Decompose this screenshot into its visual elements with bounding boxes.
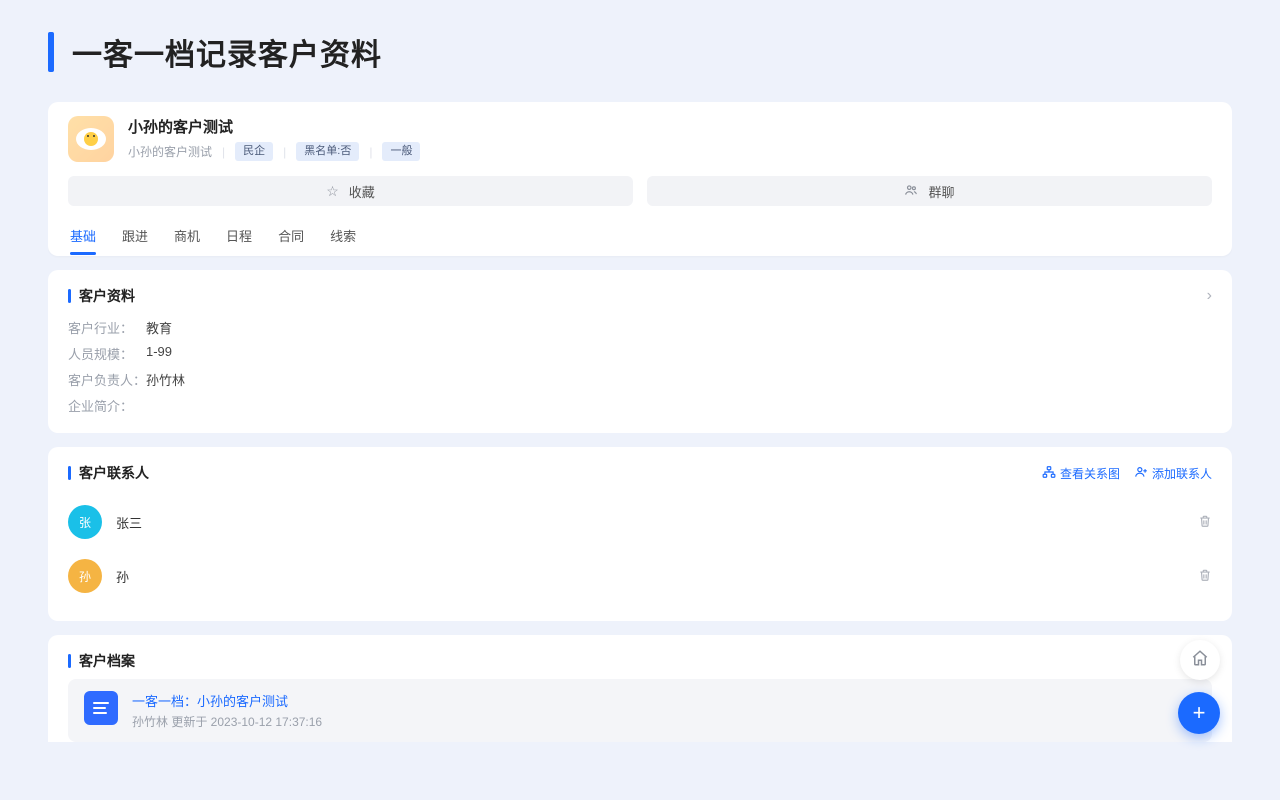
view-relationship-label: 查看关系图 bbox=[1060, 465, 1120, 482]
star-icon: ☆ bbox=[326, 183, 339, 200]
section-accent-bar bbox=[68, 466, 71, 480]
divider: | bbox=[369, 145, 372, 159]
customer-avatar bbox=[68, 116, 114, 162]
profile-label: 人员规模： bbox=[68, 344, 146, 363]
customer-files-section: 客户档案 一客一档：小孙的客户测试 孙竹林 更新于 2023-10-12 17:… bbox=[48, 635, 1232, 742]
profile-row-owner: 客户负责人： 孙竹林 bbox=[68, 370, 1212, 389]
group-icon bbox=[904, 183, 918, 200]
customer-contacts-section: 客户联系人 查看关系图 添加联系人 bbox=[48, 447, 1232, 621]
divider: | bbox=[222, 145, 225, 159]
contact-avatar: 孙 bbox=[68, 559, 102, 593]
contact-row[interactable]: 孙 孙 bbox=[68, 549, 1212, 603]
tag-enterprise-type: 民企 bbox=[235, 142, 273, 161]
section-accent-bar bbox=[68, 654, 71, 668]
profile-label: 客户负责人： bbox=[68, 370, 146, 389]
customer-subtitle: 小孙的客户测试 bbox=[128, 143, 212, 160]
profile-row-scale: 人员规模： 1-99 bbox=[68, 344, 1212, 363]
file-name[interactable]: 一客一档：小孙的客户测试 bbox=[132, 691, 322, 710]
favorite-button[interactable]: ☆ 收藏 bbox=[68, 176, 633, 206]
tag-level: 一般 bbox=[382, 142, 420, 161]
add-fab-button[interactable]: + bbox=[1178, 692, 1220, 734]
contact-avatar: 张 bbox=[68, 505, 102, 539]
divider: | bbox=[283, 145, 286, 159]
customer-name: 小孙的客户测试 bbox=[128, 116, 1212, 137]
document-icon bbox=[84, 691, 118, 725]
tab-followup[interactable]: 跟进 bbox=[122, 220, 148, 255]
contact-name: 张三 bbox=[116, 513, 142, 532]
add-contact-button[interactable]: 添加联系人 bbox=[1134, 465, 1212, 482]
graph-icon bbox=[1042, 465, 1056, 482]
tab-schedule[interactable]: 日程 bbox=[226, 220, 252, 255]
files-section-title: 客户档案 bbox=[79, 651, 135, 671]
add-contact-label: 添加联系人 bbox=[1152, 465, 1212, 482]
group-chat-label: 群聊 bbox=[928, 182, 954, 201]
home-icon bbox=[1191, 649, 1209, 672]
favorite-label: 收藏 bbox=[349, 182, 375, 201]
page-title: 一客一档记录客户资料 bbox=[72, 30, 382, 74]
profile-value: 教育 bbox=[146, 318, 172, 337]
section-accent-bar bbox=[68, 289, 71, 303]
contact-name: 孙 bbox=[116, 567, 129, 586]
chevron-right-icon[interactable]: › bbox=[1207, 287, 1212, 305]
page-title-wrap: 一客一档记录客户资料 bbox=[48, 30, 1232, 74]
contact-row[interactable]: 张 张三 bbox=[68, 495, 1212, 549]
tab-bar: 基础 跟进 商机 日程 合同 线索 bbox=[68, 220, 1212, 256]
profile-value: 孙竹林 bbox=[146, 370, 185, 389]
customer-profile-section: 客户资料 › 客户行业： 教育 人员规模： 1-99 客户负责人： 孙竹林 bbox=[48, 270, 1232, 433]
profile-row-intro: 企业简介： bbox=[68, 396, 1212, 415]
profile-value: 1-99 bbox=[146, 344, 172, 363]
tag-blacklist: 黑名单:否 bbox=[296, 142, 359, 161]
profile-row-industry: 客户行业： 教育 bbox=[68, 318, 1212, 337]
customer-header-card: 小孙的客户测试 小孙的客户测试 | 民企 | 黑名单:否 | 一般 ☆ 收藏 bbox=[48, 102, 1232, 256]
home-fab-button[interactable] bbox=[1180, 640, 1220, 680]
file-meta: 孙竹林 更新于 2023-10-12 17:37:16 bbox=[132, 713, 322, 730]
plus-icon: + bbox=[1193, 700, 1206, 726]
contacts-section-title: 客户联系人 bbox=[79, 463, 149, 483]
file-item[interactable]: 一客一档：小孙的客户测试 孙竹林 更新于 2023-10-12 17:37:16 bbox=[68, 679, 1212, 742]
delete-contact-button[interactable] bbox=[1198, 514, 1212, 531]
title-accent-bar bbox=[48, 32, 54, 72]
delete-contact-button[interactable] bbox=[1198, 568, 1212, 585]
group-chat-button[interactable]: 群聊 bbox=[647, 176, 1212, 206]
tab-contract[interactable]: 合同 bbox=[278, 220, 304, 255]
profile-label: 企业简介： bbox=[68, 396, 146, 415]
profile-section-title: 客户资料 bbox=[79, 286, 135, 306]
tab-leads[interactable]: 线索 bbox=[330, 220, 356, 255]
view-relationship-button[interactable]: 查看关系图 bbox=[1042, 465, 1120, 482]
person-plus-icon bbox=[1134, 465, 1148, 482]
tab-basic[interactable]: 基础 bbox=[70, 220, 96, 255]
profile-label: 客户行业： bbox=[68, 318, 146, 337]
tab-opportunity[interactable]: 商机 bbox=[174, 220, 200, 255]
